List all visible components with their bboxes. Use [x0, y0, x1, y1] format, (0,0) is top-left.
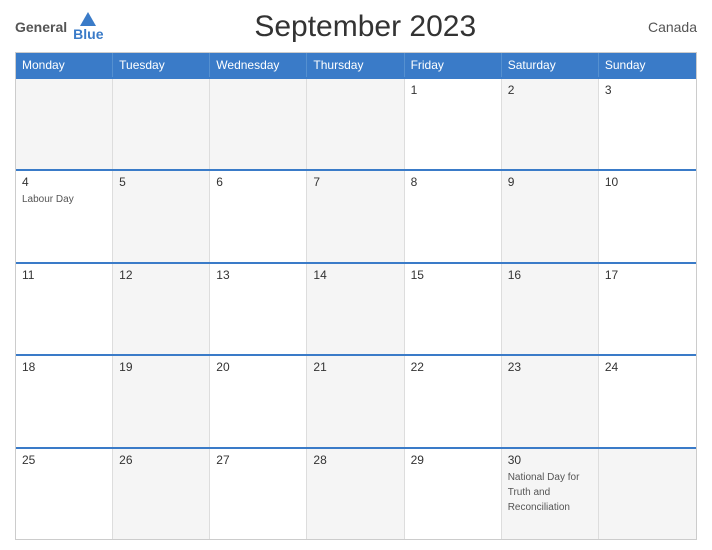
- day-number: 22: [411, 360, 495, 374]
- day-event: National Day for Truth and Reconciliatio…: [508, 472, 580, 513]
- week-2: 4 Labour Day 5 6 7 8 9: [16, 169, 696, 261]
- day-cell: 9: [502, 171, 599, 261]
- header-tuesday: Tuesday: [113, 53, 210, 77]
- day-cell: 2: [502, 79, 599, 169]
- day-cell: 12: [113, 264, 210, 354]
- day-number: 14: [313, 268, 397, 282]
- day-cell: [307, 79, 404, 169]
- day-headers-row: Monday Tuesday Wednesday Thursday Friday…: [16, 53, 696, 77]
- day-cell: 15: [405, 264, 502, 354]
- day-cell: 8: [405, 171, 502, 261]
- day-cell: 3: [599, 79, 696, 169]
- day-number: 4: [22, 175, 106, 189]
- header-monday: Monday: [16, 53, 113, 77]
- calendar-page: General Blue September 2023 Canada Monda…: [0, 0, 712, 550]
- day-number: 26: [119, 453, 203, 467]
- day-number: 25: [22, 453, 106, 467]
- day-number: 30: [508, 453, 592, 467]
- day-cell: 13: [210, 264, 307, 354]
- header-sunday: Sunday: [599, 53, 696, 77]
- day-cell: 29: [405, 449, 502, 539]
- day-cell: 28: [307, 449, 404, 539]
- day-number: 28: [313, 453, 397, 467]
- day-number: 1: [411, 83, 495, 97]
- header-wednesday: Wednesday: [210, 53, 307, 77]
- day-cell: [113, 79, 210, 169]
- day-number: 13: [216, 268, 300, 282]
- week-1: 1 2 3: [16, 77, 696, 169]
- day-cell: 21: [307, 356, 404, 446]
- day-number: 2: [508, 83, 592, 97]
- day-cell: 18: [16, 356, 113, 446]
- calendar-weeks: 1 2 3 4 Labour Day 5 6: [16, 77, 696, 539]
- day-number: 16: [508, 268, 592, 282]
- day-cell: 16: [502, 264, 599, 354]
- day-number: 19: [119, 360, 203, 374]
- day-cell: 11: [16, 264, 113, 354]
- calendar-grid: Monday Tuesday Wednesday Thursday Friday…: [15, 52, 697, 540]
- day-event: Labour Day: [22, 194, 74, 205]
- logo-triangle-icon: [80, 12, 96, 26]
- logo-general-text: General: [15, 19, 67, 35]
- day-cell: [599, 449, 696, 539]
- day-cell: 23: [502, 356, 599, 446]
- logo-blue-text: Blue: [73, 26, 103, 42]
- day-number: 15: [411, 268, 495, 282]
- day-cell: 22: [405, 356, 502, 446]
- day-cell: 20: [210, 356, 307, 446]
- header-saturday: Saturday: [502, 53, 599, 77]
- day-cell: 7: [307, 171, 404, 261]
- day-cell: 17: [599, 264, 696, 354]
- day-number: 11: [22, 268, 106, 282]
- day-number: 3: [605, 83, 690, 97]
- day-cell: [210, 79, 307, 169]
- header-thursday: Thursday: [307, 53, 404, 77]
- day-number: 9: [508, 175, 592, 189]
- day-cell: 26: [113, 449, 210, 539]
- week-4: 18 19 20 21 22 23 24: [16, 354, 696, 446]
- day-number: 17: [605, 268, 690, 282]
- header-friday: Friday: [405, 53, 502, 77]
- day-cell: 1: [405, 79, 502, 169]
- calendar-title: September 2023: [103, 10, 627, 44]
- day-cell: 24: [599, 356, 696, 446]
- day-number: 7: [313, 175, 397, 189]
- day-number: 29: [411, 453, 495, 467]
- day-cell: [16, 79, 113, 169]
- day-number: 5: [119, 175, 203, 189]
- day-cell: 25: [16, 449, 113, 539]
- day-cell: 27: [210, 449, 307, 539]
- day-cell: 6: [210, 171, 307, 261]
- day-number: 18: [22, 360, 106, 374]
- week-3: 11 12 13 14 15 16 17: [16, 262, 696, 354]
- day-number: 23: [508, 360, 592, 374]
- day-number: 24: [605, 360, 690, 374]
- day-cell: 4 Labour Day: [16, 171, 113, 261]
- day-number: 21: [313, 360, 397, 374]
- day-cell: 19: [113, 356, 210, 446]
- day-cell: 30 National Day for Truth and Reconcilia…: [502, 449, 599, 539]
- day-number: 27: [216, 453, 300, 467]
- day-number: 6: [216, 175, 300, 189]
- day-number: 8: [411, 175, 495, 189]
- day-number: 10: [605, 175, 690, 189]
- header: General Blue September 2023 Canada: [15, 10, 697, 44]
- day-number: 12: [119, 268, 203, 282]
- country-label: Canada: [627, 19, 697, 35]
- day-cell: 14: [307, 264, 404, 354]
- day-cell: 10: [599, 171, 696, 261]
- day-number: 20: [216, 360, 300, 374]
- logo: General Blue: [15, 12, 103, 42]
- week-5: 25 26 27 28 29 30 National Day for Truth…: [16, 447, 696, 539]
- day-cell: 5: [113, 171, 210, 261]
